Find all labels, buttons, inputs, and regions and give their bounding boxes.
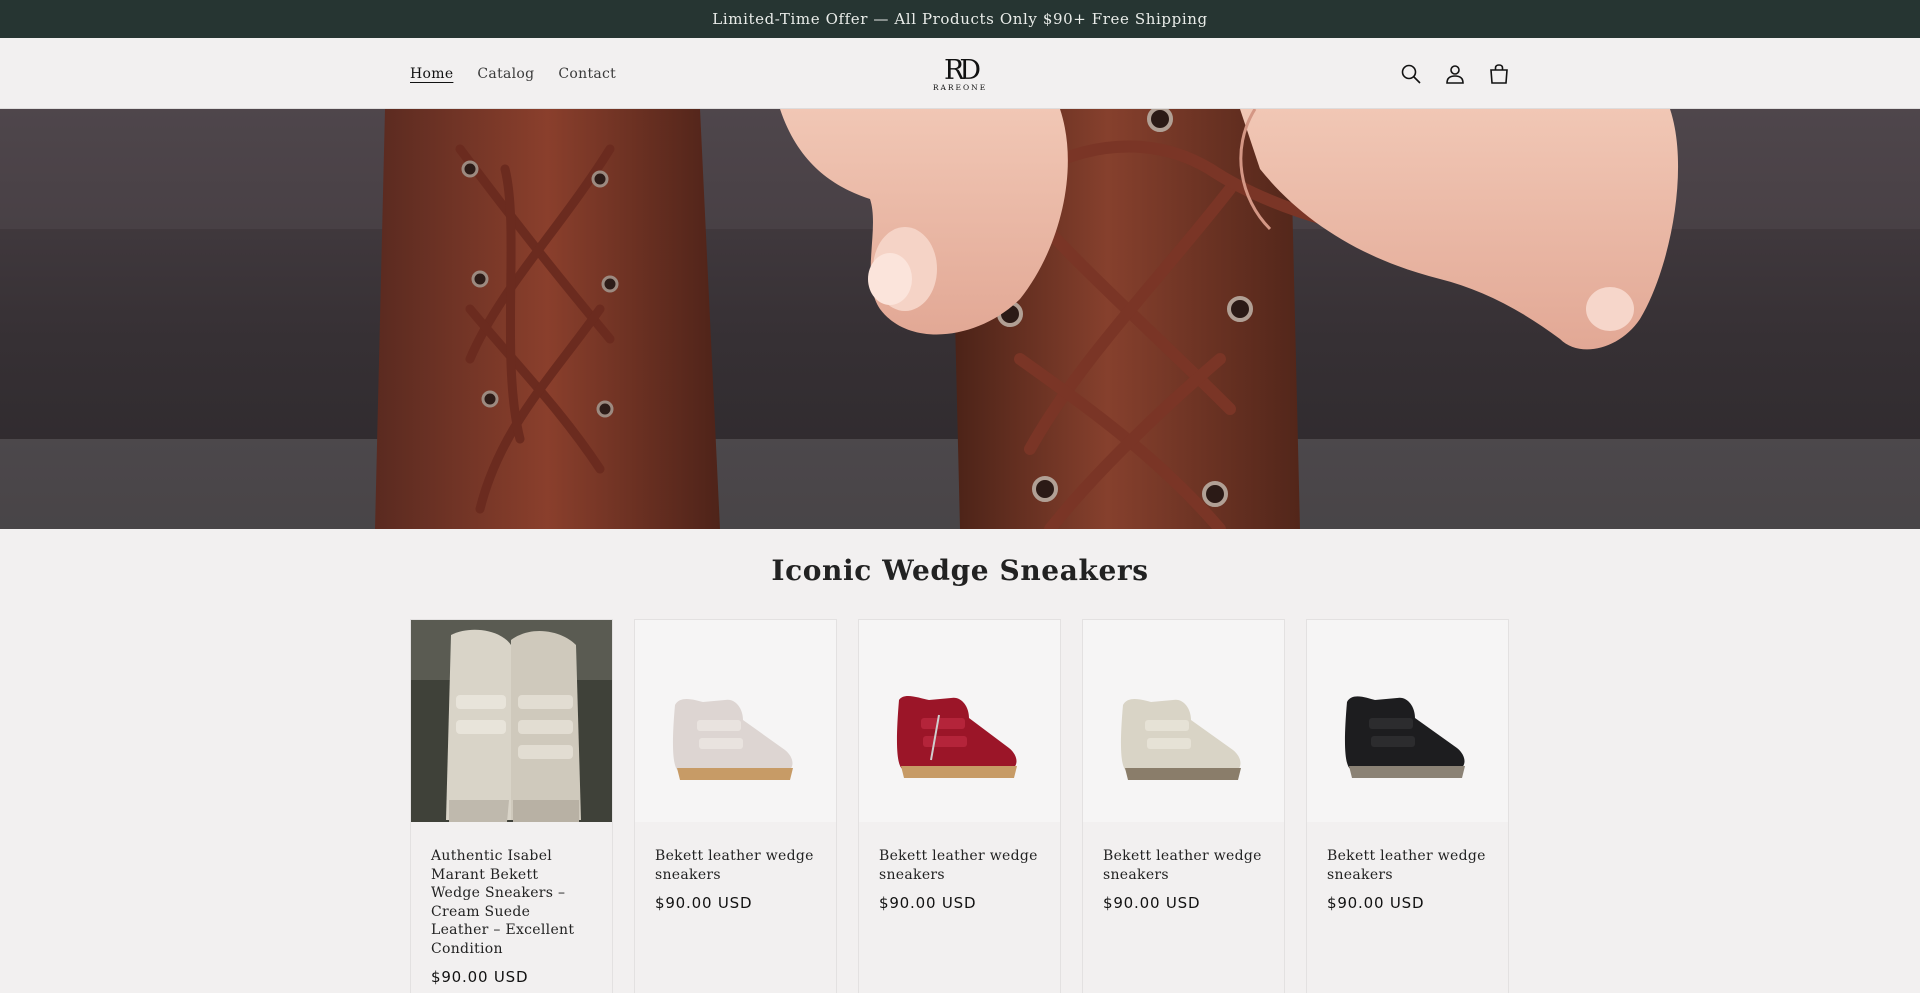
product-price: $90.00 USD — [1327, 894, 1425, 912]
announcement-text: Limited-Time Offer — All Products Only $… — [712, 10, 1208, 28]
header-icons — [1398, 38, 1512, 109]
product-price: $90.00 USD — [431, 968, 529, 986]
collection-title: Iconic Wedge Sneakers — [771, 554, 1149, 587]
hero-banner — [0, 109, 1920, 529]
product-card[interactable]: Bekett leather wedge sneakers $90.00 USD — [1082, 619, 1285, 993]
sneaker-photo-real — [411, 620, 612, 822]
product-image[interactable] — [411, 620, 612, 822]
product-price: $90.00 USD — [879, 894, 977, 912]
product-grid: Authentic Isabel Marant Bekett Wedge Sne… — [410, 619, 1509, 993]
sneaker-photo — [1083, 620, 1284, 822]
cart-icon[interactable] — [1486, 61, 1512, 87]
product-title[interactable]: Bekett leather wedge sneakers — [655, 847, 816, 884]
sneaker-photo — [859, 620, 1060, 822]
announcement-bar: Limited-Time Offer — All Products Only $… — [0, 0, 1920, 38]
site-header: Home Catalog Contact RD RAREONE — [0, 38, 1920, 109]
main-nav: Home Catalog Contact — [410, 38, 616, 109]
product-title[interactable]: Bekett leather wedge sneakers — [879, 847, 1040, 884]
product-image[interactable] — [1083, 620, 1284, 822]
logo-mark: RD — [944, 55, 980, 86]
product-title[interactable]: Bekett leather wedge sneakers — [1103, 847, 1264, 884]
nav-home[interactable]: Home — [410, 66, 453, 82]
product-image[interactable] — [635, 620, 836, 822]
product-title[interactable]: Bekett leather wedge sneakers — [1327, 847, 1488, 884]
product-image[interactable] — [859, 620, 1060, 822]
search-icon[interactable] — [1398, 61, 1424, 87]
nav-contact[interactable]: Contact — [558, 66, 616, 82]
account-icon[interactable] — [1442, 61, 1468, 87]
product-image[interactable] — [1307, 620, 1508, 822]
product-card[interactable]: Authentic Isabel Marant Bekett Wedge Sne… — [410, 619, 613, 993]
product-card[interactable]: Bekett leather wedge sneakers $90.00 USD — [858, 619, 1061, 993]
hero-image — [0, 109, 1920, 529]
product-card[interactable]: Bekett leather wedge sneakers $90.00 USD — [1306, 619, 1509, 993]
nav-catalog[interactable]: Catalog — [477, 66, 534, 82]
sneaker-photo — [1307, 620, 1508, 822]
store-logo[interactable]: RD RAREONE — [926, 52, 994, 94]
logo-wordmark: RAREONE — [933, 83, 987, 92]
product-card[interactable]: Bekett leather wedge sneakers $90.00 USD — [634, 619, 837, 993]
product-price: $90.00 USD — [1103, 894, 1201, 912]
sneaker-photo — [635, 620, 836, 822]
product-title[interactable]: Authentic Isabel Marant Bekett Wedge Sne… — [431, 847, 592, 958]
product-price: $90.00 USD — [655, 894, 753, 912]
